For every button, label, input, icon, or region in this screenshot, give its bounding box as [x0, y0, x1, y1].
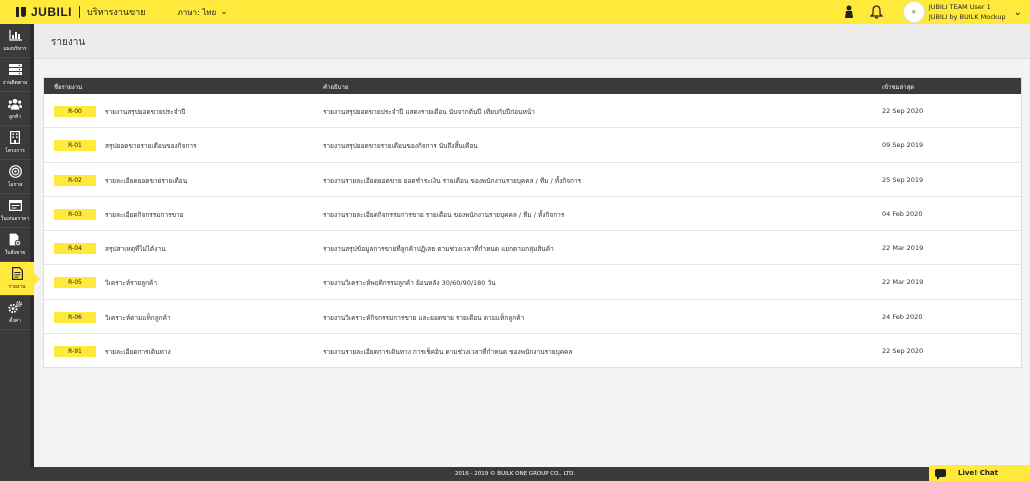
report-code-badge: R-02: [54, 174, 96, 186]
report-name[interactable]: วิเคราะห์ตามแท็กลูกค้า: [105, 313, 171, 323]
bell-icon[interactable]: [869, 4, 885, 20]
chevron-down-icon[interactable]: ⌄: [1014, 7, 1022, 18]
settings-icon: [8, 301, 22, 315]
column-header-last-viewed[interactable]: เข้าชมล่าสุด: [882, 82, 914, 92]
sidebar-item-reports[interactable]: รายงาน: [0, 262, 40, 296]
target-icon: [8, 165, 22, 179]
person-icon[interactable]: [841, 4, 857, 20]
report-code-badge: R-03: [54, 208, 96, 220]
report-last-viewed: 24 Feb 2020: [882, 312, 923, 321]
report-name[interactable]: สรุปสาเหตุที่ไม่ได้งาน: [105, 244, 166, 254]
language-selector[interactable]: ภาษา: ไทย ⌄: [177, 6, 227, 19]
table-row[interactable]: R-04 สรุปสาเหตุที่ไม่ได้งาน รายงานสรุปข้อม…: [44, 231, 1021, 266]
report-name[interactable]: รายละเอียดยอดขายรายเดือน: [105, 176, 187, 186]
chart-icon: [8, 29, 22, 43]
brand-logo[interactable]: JUBILI: [16, 0, 72, 24]
report-last-viewed: 22 Mar 2019: [882, 244, 924, 253]
footer: 2016 - 2019 © BUILK ONE GROUP CO., LTD.: [0, 467, 1030, 481]
report-description: รายงานรายละเอียดยอดขาย ยอดชำระเงิน รายเด…: [323, 176, 582, 185]
top-bar: JUBILI บริหารงานขาย ภาษา: ไทย ⌄ ◉ JUBILI…: [0, 0, 1030, 24]
column-header-description[interactable]: คำอธิบาย: [323, 82, 348, 92]
report-name[interactable]: สรุปยอดขายรายเดือนของกิจการ: [105, 141, 197, 151]
report-last-viewed: 22 Sep 2020: [882, 347, 924, 356]
sidebar-item-dashboard[interactable]: แผงบริหาร: [0, 24, 30, 58]
report-last-viewed: 22 Sep 2020: [882, 107, 924, 115]
table-row[interactable]: R-01 สรุปยอดขายรายเดือนของกิจการ รายงานสรุ…: [44, 128, 1021, 163]
sidebar-item-tasks[interactable]: งานติดตาม: [0, 58, 30, 92]
report-icon: [10, 267, 24, 281]
table-row[interactable]: R-00 รายงานสรุปยอดขายประจำปี รายงานสรุปยอด…: [44, 94, 1021, 129]
sidebar-item-label: รายงาน: [8, 283, 26, 290]
report-last-viewed: 04 Feb 2020: [882, 209, 923, 218]
sidebar-item-label: งานติดตาม: [2, 79, 28, 86]
report-description: รายงานสรุปข้อมูลการขายที่ลูกค้าปฏิเสธ ตา…: [323, 245, 554, 254]
sidebar-item-customers[interactable]: ลูกค้า: [0, 92, 30, 126]
sidebar-item-label: ใบสั่งขาย: [4, 249, 26, 256]
table-row[interactable]: R-03 รายละเอียดกิจกรรมการขาย รายงานรายละเอ…: [44, 197, 1021, 232]
report-code-badge: R-00: [54, 106, 96, 117]
order-icon: [8, 233, 22, 247]
report-name[interactable]: รายงานสรุปยอดขายประจำปี: [105, 107, 185, 117]
copyright-text: 2016 - 2019 © BUILK ONE GROUP CO., LTD.: [454, 471, 576, 477]
table-row[interactable]: R-91 รายละเอียดการเดินทาง รายงานรายละเอียด…: [44, 334, 1021, 368]
sidebar-item-label: ใบเสนอราคา: [0, 215, 30, 222]
report-code-badge: R-04: [54, 243, 96, 255]
report-name[interactable]: วิเคราะห์รายลูกค้า: [105, 278, 157, 288]
sidebar-item-sales-orders[interactable]: ใบสั่งขาย: [0, 228, 30, 262]
report-description: รายงานสรุปยอดขายประจำปี แสดงรายเดือน นับ…: [323, 108, 535, 116]
user-name: JUBILI TEAM User 1: [928, 3, 991, 11]
page-title: รายงาน: [51, 37, 86, 48]
sidebar-item-label: โอกาส: [7, 181, 23, 188]
report-code-badge: R-01: [54, 140, 96, 152]
sidebar-item-settings[interactable]: ตั้งค่า: [0, 296, 30, 330]
report-description: รายงานรายละเอียดการเดินทาง การเช็คอิน ตา…: [323, 348, 573, 357]
table-row[interactable]: R-02 รายละเอียดยอดขายรายเดือน รายงานรายละเ…: [44, 163, 1021, 197]
report-last-viewed: 22 Mar 2019: [882, 278, 924, 287]
live-chat-label: Live! Chat: [958, 469, 998, 477]
report-code-badge: R-05: [54, 277, 96, 289]
table-row[interactable]: R-05 วิเคราะห์รายลูกค้า รายงานวิเคราะห์พฤต…: [44, 265, 1021, 300]
language-label: ภาษา: ไทย: [177, 7, 217, 17]
sidebar-item-quotations[interactable]: ใบเสนอราคา: [0, 194, 30, 228]
report-name[interactable]: รายละเอียดการเดินทาง: [105, 347, 171, 357]
sidebar-item-label: ตั้งค่า: [9, 317, 21, 324]
sidebar-item-projects[interactable]: โครงการ: [0, 126, 30, 160]
report-code-badge: R-06: [54, 311, 96, 323]
building-icon: [8, 131, 22, 145]
server-icon: [8, 63, 22, 77]
report-name[interactable]: รายละเอียดกิจกรรมการขาย: [105, 210, 184, 220]
company-name: JUBILI by BUILK Mockup: [928, 13, 1006, 21]
chevron-down-icon: ⌄: [220, 7, 228, 17]
chat-bubble-icon: [935, 469, 946, 480]
report-description: รายงานรายละเอียดกิจกรรมการขาย รายเดือน ข…: [323, 210, 565, 219]
report-last-viewed: 09 Sep 2019: [882, 141, 924, 150]
sidebar-item-label: โครงการ: [5, 147, 25, 154]
brand-name: JUBILI: [31, 5, 73, 19]
table-row[interactable]: R-06 วิเคราะห์ตามแท็กลูกค้า รายงานวิเคราะห…: [44, 300, 1021, 335]
service-title: บริหารงานขาย: [87, 8, 146, 18]
report-code-badge: R-91: [54, 346, 96, 358]
invoice-icon: [8, 199, 22, 213]
table-header: ชื่อรายงาน คำอธิบาย เข้าชมล่าสุด: [44, 78, 1021, 94]
sidebar: แผงบริหาร งานติดตาม ลูกค้า โครงการ โอกาส…: [0, 24, 40, 467]
sidebar-item-opportunities[interactable]: โอกาส: [0, 160, 30, 194]
report-last-viewed: 25 Sep 2019: [882, 175, 924, 184]
column-header-name[interactable]: ชื่อรายงาน: [54, 82, 82, 92]
report-description: รายงานสรุปยอดขายรายเดือนของกิจการ นับถึง…: [323, 142, 478, 151]
report-description: รายงานวิเคราะห์กิจกรรมการขาย และยอดขาย ร…: [323, 313, 525, 322]
live-chat-button[interactable]: Live! Chat: [929, 465, 1030, 481]
reports-table: ชื่อรายงาน คำอธิบาย เข้าชมล่าสุด R-00 ราย…: [43, 77, 1022, 368]
jubili-logo-icon: [16, 7, 26, 17]
sidebar-item-label: แผงบริหาร: [3, 45, 27, 52]
page-header: รายงาน: [34, 24, 1030, 59]
user-info[interactable]: JUBILI TEAM User 1 JUBILI by BUILK Mocku…: [929, 2, 1006, 22]
sidebar-item-label: ลูกค้า: [8, 113, 22, 120]
divider: [79, 6, 81, 18]
avatar[interactable]: ◉: [902, 1, 925, 23]
users-icon: [8, 97, 22, 111]
report-description: รายงานวิเคราะห์พฤติกรรมลูกค้า ย้อนหลัง 3…: [323, 279, 496, 288]
